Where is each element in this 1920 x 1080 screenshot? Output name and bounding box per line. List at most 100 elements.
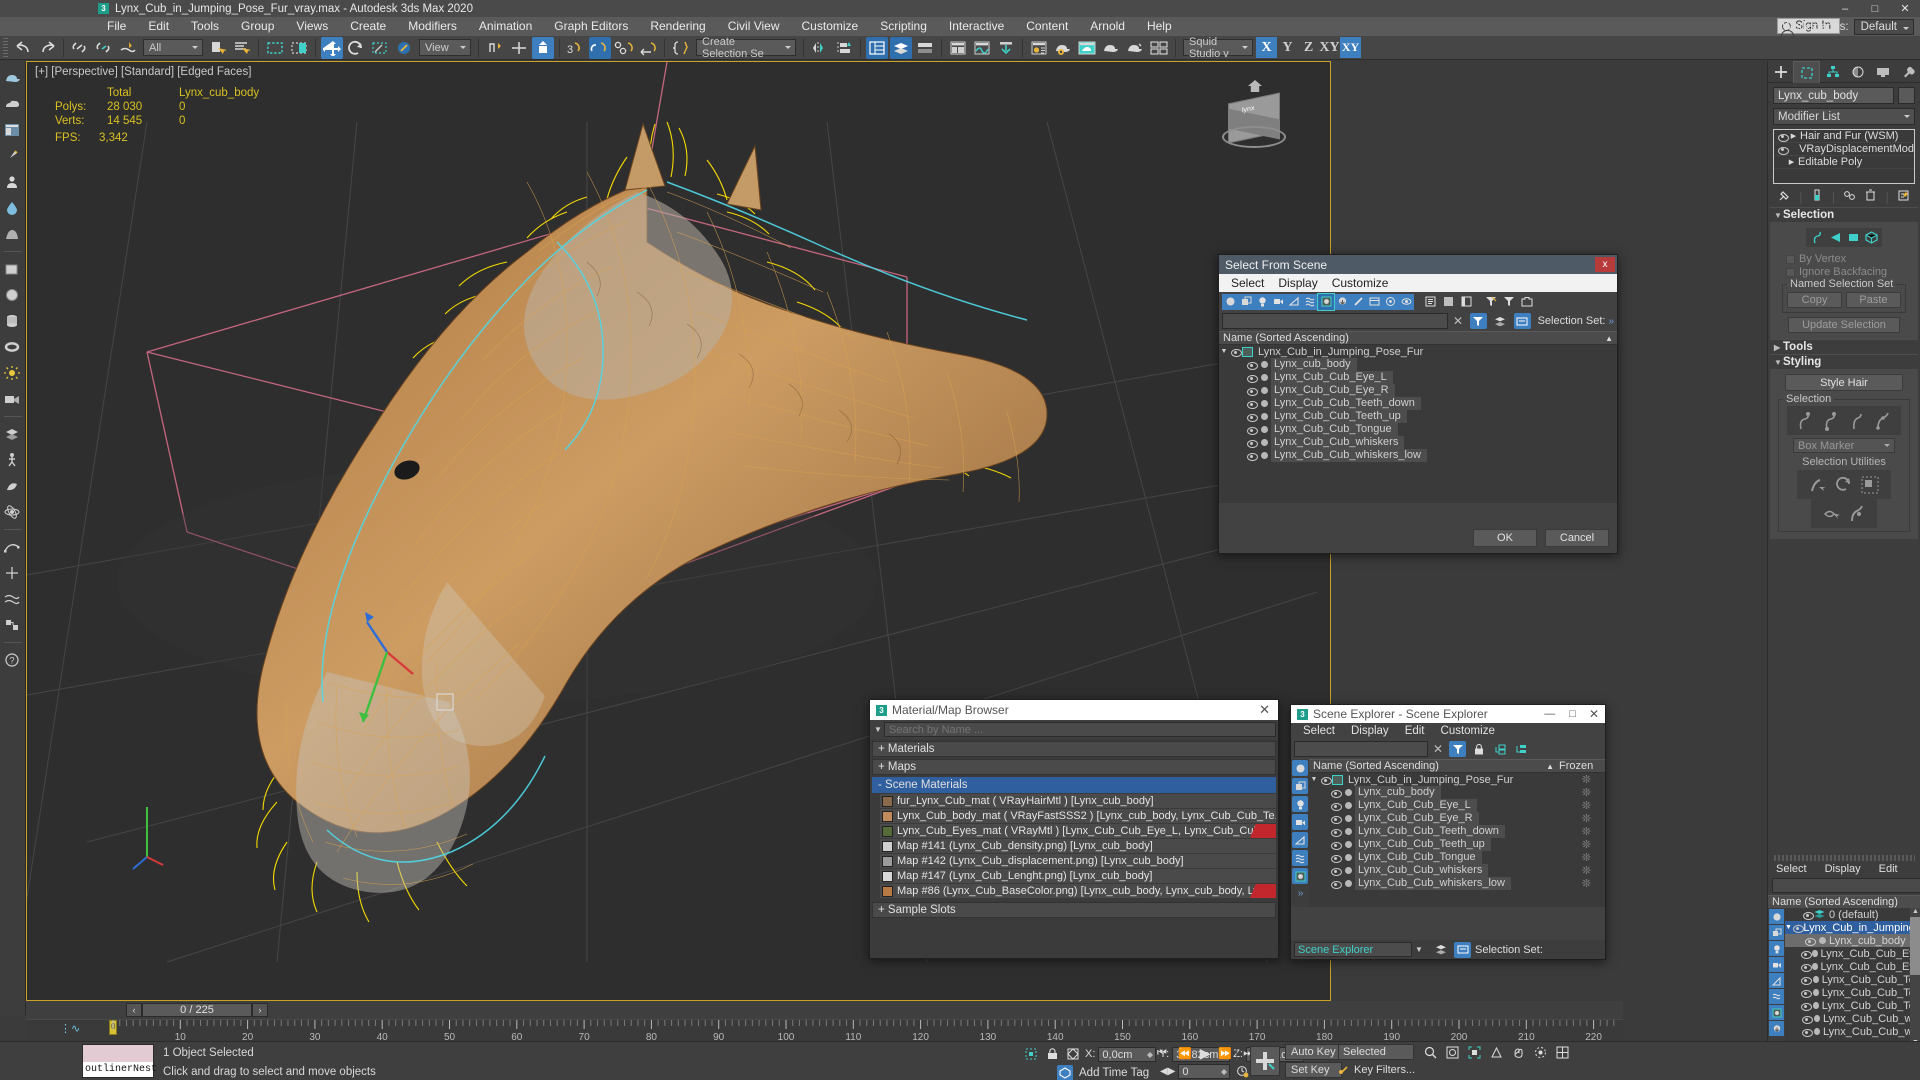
tree-row[interactable]: Lynx_Cub_Cub_Eye_L ❊	[1309, 799, 1605, 812]
helpers-filter-icon[interactable]	[1286, 294, 1302, 310]
frozen-cell-icon[interactable]: ❊	[1582, 773, 1605, 786]
current-frame-display[interactable]: 0 / 225	[142, 1003, 252, 1017]
display-tab[interactable]	[1870, 61, 1895, 83]
hair-select-element-icon[interactable]	[1819, 408, 1844, 433]
groups-filter-icon[interactable]	[1317, 292, 1335, 311]
shapes-filter-icon[interactable]	[1292, 778, 1308, 794]
cameras-filter-icon[interactable]	[1270, 294, 1286, 310]
group-scene-materials[interactable]: - Scene Materials	[872, 777, 1276, 793]
layer-explorer-tree[interactable]: » 0 (default) ▼ Lynx_Cub_in_Jumping_ Lynx…	[1768, 908, 1920, 1048]
tree-row[interactable]: Lynx_Cub_Cub_whiskers ❊	[1309, 864, 1605, 877]
material-map-browser[interactable]: 3 Material/Map Browser ✕ ▼ + Materials +…	[869, 699, 1279, 959]
search-input[interactable]	[1222, 313, 1448, 329]
space-warps-filter-icon[interactable]	[1769, 989, 1784, 1004]
menu-tools[interactable]: Tools	[180, 17, 230, 36]
visibility-eye-icon[interactable]	[1805, 936, 1816, 946]
search-by-name-input[interactable]	[884, 722, 1276, 737]
sfs-menu-display[interactable]: Display	[1278, 276, 1317, 290]
pin-stack-icon[interactable]	[1778, 189, 1791, 205]
cancel-button[interactable]: Cancel	[1545, 529, 1609, 547]
reference-coordinate-dropdown[interactable]: View	[419, 39, 471, 56]
maximize-viewport-icon[interactable]	[1553, 1044, 1571, 1061]
layer-row-selected[interactable]: ▼ Lynx_Cub_in_Jumping_	[1785, 921, 1920, 934]
expand-toolbar-icon[interactable]: »	[1608, 316, 1614, 327]
detail-view-icon[interactable]	[1459, 294, 1474, 309]
next-frame-button[interactable]: ⏩	[1215, 1045, 1235, 1062]
constrain-z-button[interactable]: Z	[1298, 37, 1319, 58]
xrefs-filter-icon[interactable]	[1769, 1021, 1784, 1036]
omni-light-icon[interactable]	[0, 360, 24, 386]
style-hair-button[interactable]: Style Hair	[1785, 374, 1903, 391]
menu-animation[interactable]: Animation	[468, 17, 543, 36]
tree-row[interactable]: Lynx_Cub_Cub_Eye_R ❊	[1309, 812, 1605, 825]
tree-row[interactable]: Lynx_cub_body ❊	[1309, 786, 1605, 799]
visibility-eye-icon[interactable]	[1331, 788, 1342, 798]
visibility-eye-icon[interactable]	[1803, 910, 1814, 920]
particles-filter-icon[interactable]	[1382, 294, 1398, 310]
key-selection-dropdown[interactable]: Selected	[1338, 1044, 1414, 1060]
undo-icon[interactable]	[12, 37, 34, 59]
visibility-eye-icon[interactable]	[1247, 386, 1258, 396]
select-and-move-icon[interactable]	[321, 36, 343, 59]
display-toggle-icon[interactable]	[1398, 294, 1414, 310]
modifier-stack-row[interactable]: ▶ Editable Poly	[1774, 156, 1914, 169]
chevron-down-icon[interactable]: ▼	[1415, 945, 1428, 954]
animation-layers-icon[interactable]	[0, 421, 24, 447]
snaps-toggle-icon[interactable]	[532, 36, 554, 59]
window-crossing-toggle-icon[interactable]	[288, 37, 310, 59]
rotate-selection-icon[interactable]	[1832, 472, 1857, 497]
current-frame-field[interactable]: 0	[1178, 1063, 1231, 1079]
geometry-filter-icon[interactable]	[1222, 294, 1238, 310]
visibility-eye-icon[interactable]	[1331, 879, 1342, 889]
visibility-eye-icon[interactable]	[1778, 132, 1789, 142]
scene-explorer-tree[interactable]: ▼ Lynx_Cub_in_Jumping_Pose_Fur ❊ Lynx_cu…	[1309, 773, 1605, 907]
se-menu-edit[interactable]: Edit	[1405, 725, 1425, 737]
menu-group[interactable]: Group	[230, 17, 285, 36]
render-in-cloud-icon[interactable]	[1148, 37, 1170, 59]
visibility-eye-icon[interactable]	[1247, 425, 1258, 435]
select-and-link-icon[interactable]	[69, 37, 91, 59]
listener-output-pane[interactable]	[83, 1045, 153, 1062]
visibility-eye-icon[interactable]	[1800, 962, 1812, 972]
list-view-icon[interactable]	[1423, 294, 1438, 309]
render-iterative-icon[interactable]	[1124, 37, 1146, 59]
frozen-cell-icon[interactable]: ❊	[1582, 838, 1605, 851]
selection-set-icon[interactable]	[1513, 313, 1531, 329]
visibility-eye-icon[interactable]	[1331, 866, 1342, 876]
tree-row-root[interactable]: ▼ Lynx_Cub_in_Jumping_Pose_Fur ❊	[1309, 773, 1605, 787]
frozen-cell-icon[interactable]: ❊	[1582, 786, 1605, 799]
render-setup-icon[interactable]	[1052, 37, 1074, 59]
layer-child-row[interactable]: Lynx_Cub_Cub_whi	[1785, 1012, 1920, 1025]
scene-explorer-titlebar[interactable]: 3 Scene Explorer - Scene Explorer — □ ✕	[1291, 705, 1605, 723]
collapse-all-icon[interactable]	[1513, 741, 1529, 757]
time-slider[interactable]: ‹ 0 / 225 ›	[126, 1003, 268, 1017]
motion-tab[interactable]	[1845, 61, 1870, 83]
selection-filter-dropdown[interactable]: All	[143, 39, 203, 56]
object-name-field[interactable]: Lynx_cub_body	[1773, 87, 1894, 104]
modifier-stack-row[interactable]: VRayDisplacementMod	[1774, 143, 1914, 156]
group-maps[interactable]: + Maps	[872, 759, 1276, 775]
select-from-scene-column-header[interactable]: Name (Sorted Ascending) ▲	[1219, 331, 1617, 345]
helpers-filter-icon[interactable]	[1292, 832, 1308, 848]
visibility-eye-icon[interactable]	[1331, 840, 1342, 850]
visibility-eye-icon[interactable]	[1247, 373, 1258, 383]
minimize-button[interactable]: –	[1830, 0, 1860, 17]
menu-civil-view[interactable]: Civil View	[717, 17, 791, 36]
layer-explorer-column-header[interactable]: Name (Sorted Ascending)	[1768, 895, 1920, 908]
zoom-icon[interactable]	[1421, 1044, 1439, 1061]
redo-icon[interactable]	[36, 37, 58, 59]
tree-row[interactable]: Lynx_Cub_Cub_whiskers_low	[1219, 449, 1617, 462]
auto-key-button[interactable]: Auto Key	[1285, 1044, 1342, 1060]
bind-to-space-warp-icon[interactable]	[117, 37, 139, 59]
ok-button[interactable]: OK	[1473, 529, 1537, 547]
sphere-primitive-icon[interactable]	[0, 282, 24, 308]
helpers-filter-icon[interactable]	[1769, 973, 1784, 988]
visibility-eye-icon[interactable]	[1331, 814, 1342, 824]
constrain-x-button[interactable]: X	[1256, 37, 1277, 58]
angle-snap-toggle-icon[interactable]: 3	[565, 37, 587, 59]
se-menu-select[interactable]: Select	[1303, 725, 1335, 737]
expand-arrow-icon[interactable]: ▼	[1309, 776, 1319, 783]
toggle-ribbon-icon[interactable]	[914, 37, 936, 59]
layer-child-row[interactable]: Lynx_Cub_Cub_Tee	[1785, 986, 1920, 999]
tree-row-root[interactable]: ▼ Lynx_Cub_in_Jumping_Pose_Fur	[1219, 345, 1617, 358]
